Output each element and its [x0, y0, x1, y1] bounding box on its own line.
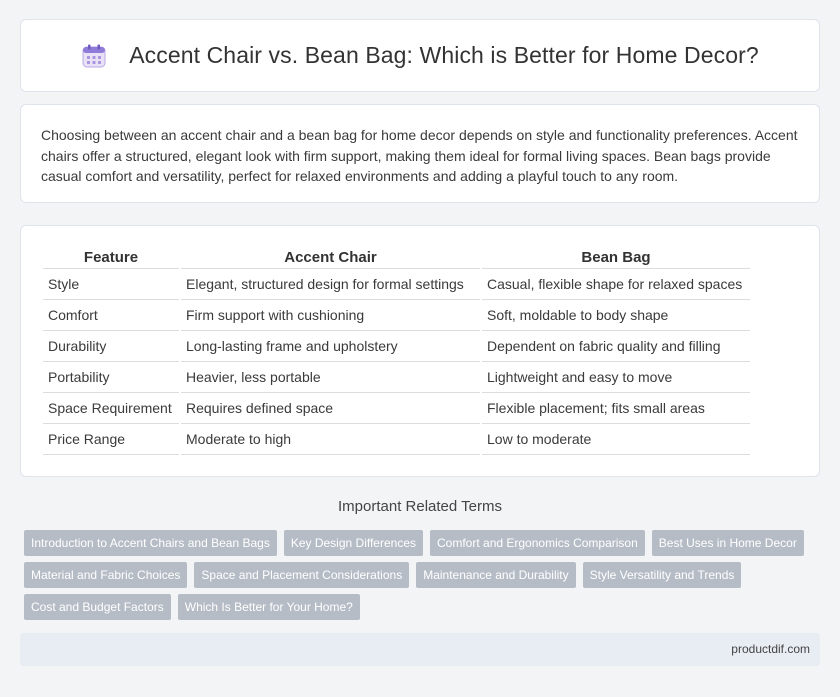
related-term-tag[interactable]: Maintenance and Durability [416, 562, 576, 588]
comparison-table: Feature Accent Chair Bean Bag Style Eleg… [41, 247, 752, 455]
accent-chair-cell: Heavier, less portable [181, 362, 480, 393]
related-terms-list: Introduction to Accent Chairs and Bean B… [24, 530, 824, 626]
footer-site-link[interactable]: productdif.com [731, 642, 810, 656]
tag-row: Material and Fabric Choices Space and Pl… [24, 562, 824, 588]
table-row: Portability Heavier, less portable Light… [43, 362, 750, 393]
feature-cell: Style [43, 269, 179, 300]
tag-row: Introduction to Accent Chairs and Bean B… [24, 530, 824, 556]
bean-bag-cell: Soft, moldable to body shape [482, 300, 750, 331]
related-terms-heading: Important Related Terms [338, 498, 502, 515]
bean-bag-cell: Flexible placement; fits small areas [482, 393, 750, 424]
comparison-card: Feature Accent Chair Bean Bag Style Eleg… [20, 225, 820, 477]
accent-chair-cell: Long-lasting frame and upholstery [181, 331, 480, 362]
tag-row: Cost and Budget Factors Which Is Better … [24, 594, 824, 620]
accent-chair-cell: Elegant, structured design for formal se… [181, 269, 480, 300]
table-row: Space Requirement Requires defined space… [43, 393, 750, 424]
calendar-icon [81, 43, 107, 69]
header-accent-chair: Accent Chair [181, 247, 480, 269]
title-card: Accent Chair vs. Bean Bag: Which is Bett… [20, 19, 820, 92]
table-row: Price Range Moderate to high Low to mode… [43, 424, 750, 455]
page-title: Accent Chair vs. Bean Bag: Which is Bett… [129, 42, 759, 68]
related-term-tag[interactable]: Cost and Budget Factors [24, 594, 171, 620]
accent-chair-cell: Firm support with cushioning [181, 300, 480, 331]
feature-cell: Price Range [43, 424, 179, 455]
related-term-tag[interactable]: Comfort and Ergonomics Comparison [430, 530, 645, 556]
feature-cell: Space Requirement [43, 393, 179, 424]
feature-cell: Durability [43, 331, 179, 362]
related-term-tag[interactable]: Best Uses in Home Decor [651, 530, 804, 556]
related-term-tag[interactable]: Which Is Better for Your Home? [177, 594, 360, 620]
intro-card: Choosing between an accent chair and a b… [20, 104, 820, 203]
feature-cell: Portability [43, 362, 179, 393]
related-term-tag[interactable]: Introduction to Accent Chairs and Bean B… [24, 530, 277, 556]
header-feature: Feature [43, 247, 179, 269]
feature-cell: Comfort [43, 300, 179, 331]
related-term-tag[interactable]: Space and Placement Considerations [194, 562, 410, 588]
accent-chair-cell: Requires defined space [181, 393, 480, 424]
bean-bag-cell: Low to moderate [482, 424, 750, 455]
table-header-row: Feature Accent Chair Bean Bag [43, 247, 750, 269]
title-wrap: Accent Chair vs. Bean Bag: Which is Bett… [81, 42, 759, 69]
table-row: Durability Long-lasting frame and uphols… [43, 331, 750, 362]
bean-bag-cell: Casual, flexible shape for relaxed space… [482, 269, 750, 300]
intro-text: Choosing between an accent chair and a b… [41, 127, 798, 184]
table-row: Comfort Firm support with cushioning Sof… [43, 300, 750, 331]
related-term-tag[interactable]: Material and Fabric Choices [24, 562, 188, 588]
table-row: Style Elegant, structured design for for… [43, 269, 750, 300]
bean-bag-cell: Dependent on fabric quality and filling [482, 331, 750, 362]
accent-chair-cell: Moderate to high [181, 424, 480, 455]
related-term-tag[interactable]: Style Versatility and Trends [582, 562, 742, 588]
footer: productdif.com [20, 633, 820, 666]
bean-bag-cell: Lightweight and easy to move [482, 362, 750, 393]
related-term-tag[interactable]: Key Design Differences [283, 530, 424, 556]
header-bean-bag: Bean Bag [482, 247, 750, 269]
